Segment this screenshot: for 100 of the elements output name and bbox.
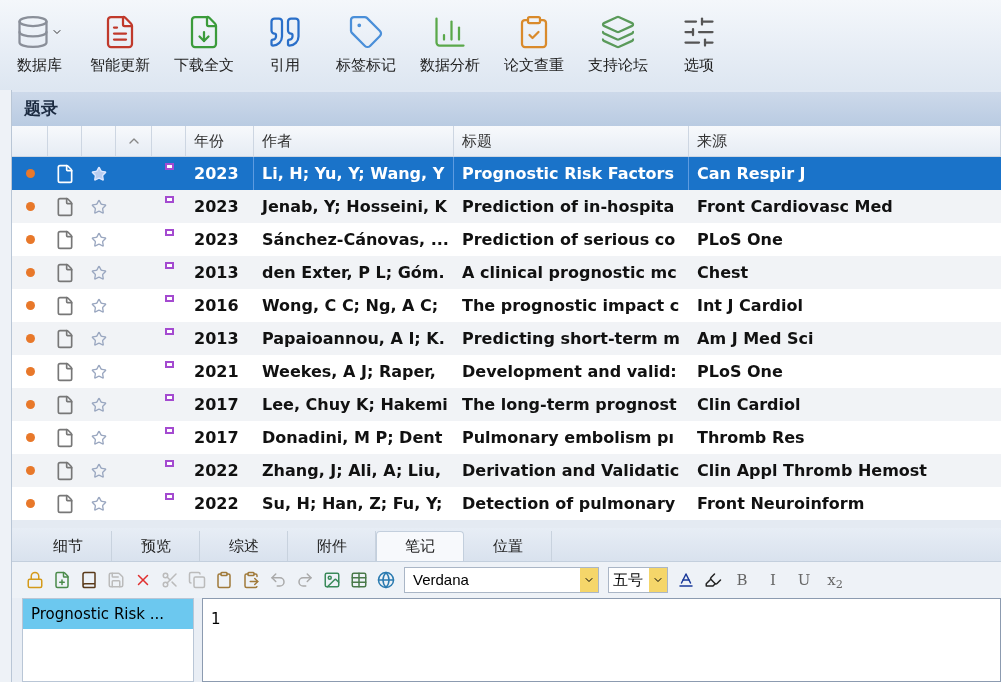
table-cell-text: Pulmonary embolism pı: [461, 426, 675, 449]
star-icon[interactable]: [91, 231, 107, 248]
table-cell-text: Front Neuroinform: [696, 492, 866, 515]
font-color-icon: [677, 571, 695, 589]
format-button[interactable]: x$_{2}$: [824, 568, 846, 592]
document-icon: [55, 229, 75, 250]
tab[interactable]: 笔记: [376, 531, 464, 561]
toolbar-button[interactable]: 引用: [246, 5, 324, 85]
column-header[interactable]: 年份: [186, 126, 254, 156]
table-row[interactable]: 2013 Papaioannou, A I; K. Predicting short-term m Am J Med Sci: [12, 322, 1001, 355]
format-button[interactable]: U: [793, 568, 815, 592]
document-icon: [55, 361, 75, 382]
star-icon[interactable]: [91, 264, 107, 281]
paste-special-icon: [242, 571, 260, 589]
toolbar-button[interactable]: 智能更新: [78, 5, 162, 85]
star-icon[interactable]: [91, 429, 107, 446]
label-icon: [164, 394, 174, 401]
document-icon: [55, 196, 75, 217]
table-cell-text: Lee, Chuy K; Hakemi: [261, 393, 449, 416]
table-cell-text: 2023: [193, 195, 240, 218]
star-icon[interactable]: [91, 462, 107, 479]
column-header[interactable]: 作者: [254, 126, 454, 156]
table-row[interactable]: 2022 Zhang, J; Ali, A; Liu, Derivation and Validatic Clin Appl Thromb Hemost: [12, 454, 1001, 487]
table-cell-text: 2013: [193, 327, 240, 350]
table-cell-text: Weekes, A J; Raper,: [261, 360, 437, 383]
star-icon[interactable]: [91, 495, 107, 512]
toolbar-button[interactable]: 数据分析: [408, 5, 492, 85]
label-icon: [164, 295, 174, 302]
toolbar-button[interactable]: 下载全文: [162, 5, 246, 85]
panel-title: 题录: [24, 97, 58, 121]
table-cell-text: Papaioannou, A I; K.: [261, 327, 446, 350]
table-cell-text: PLoS One: [696, 360, 784, 383]
tab[interactable]: 预览: [112, 531, 200, 561]
toolbar-button[interactable]: 标签标记: [324, 5, 408, 85]
image-icon: [323, 571, 341, 589]
star-icon[interactable]: [91, 330, 107, 347]
toolbar-button[interactable]: 数据库: [0, 5, 78, 85]
star-icon[interactable]: [91, 363, 107, 380]
table-cell-text: Wong, C C; Ng, A C;: [261, 294, 440, 317]
format-button[interactable]: B: [731, 568, 753, 592]
column-header[interactable]: 来源: [689, 126, 1001, 156]
redo-icon: [296, 571, 314, 589]
new-note-icon: [53, 571, 71, 589]
table-cell-text: PLoS One: [696, 228, 784, 251]
cut-icon: [161, 571, 179, 589]
table-cell-text: The long-term prognost: [461, 393, 678, 416]
tab[interactable]: 位置: [464, 531, 552, 561]
format-button[interactable]: I: [762, 568, 784, 592]
table-icon: [350, 571, 368, 589]
size-select[interactable]: 五号: [608, 567, 668, 593]
table-cell-text: Chest: [696, 261, 750, 284]
table-cell-text: 2022: [193, 459, 240, 482]
tab[interactable]: 综述: [200, 531, 288, 561]
document-icon: [55, 427, 75, 448]
table-cell-text: Su, H; Han, Z; Fu, Y;: [261, 492, 444, 515]
table-cell-text: Predicting short-term m: [461, 327, 681, 350]
label-icon: [164, 229, 174, 236]
column-header[interactable]: 标题: [454, 126, 689, 156]
table-cell-text: The prognostic impact c: [461, 294, 681, 317]
table-cell-text: Clin Cardiol: [696, 393, 802, 416]
table-cell-text: 2022: [193, 492, 240, 515]
undo-icon: [269, 571, 287, 589]
table-cell-text: 2013: [193, 261, 240, 284]
table-row[interactable]: 2023 Jenab, Y; Hosseini, K Prediction of in-hospita Front Cardiovasc Med: [12, 190, 1001, 223]
star-icon[interactable]: [91, 297, 107, 314]
label-icon: [164, 262, 174, 269]
table-row[interactable]: 2017 Lee, Chuy K; Hakemi The long-term prognost Clin Cardiol: [12, 388, 1001, 421]
table-cell-text: Development and valid:: [461, 360, 678, 383]
label-icon: [164, 427, 174, 434]
lock-icon: [26, 571, 44, 589]
note-text: 1: [211, 610, 221, 628]
paste-icon: [215, 571, 233, 589]
document-icon: [55, 295, 75, 316]
table-cell-text: Front Cardiovasc Med: [696, 195, 894, 218]
toolbar-button[interactable]: 选项: [660, 5, 738, 85]
toolbar-button[interactable]: 支持论坛: [576, 5, 660, 85]
document-icon: [55, 163, 75, 184]
layers-icon: [600, 13, 636, 50]
table-cell-text: Derivation and Validatic: [461, 459, 681, 482]
font-select[interactable]: Verdana: [404, 567, 599, 593]
table-cell-text: Int J Cardiol: [696, 294, 804, 317]
save-icon: [107, 571, 125, 589]
document-icon: [55, 493, 75, 514]
tag-icon: [348, 13, 384, 50]
document-icon: [55, 262, 75, 283]
label-icon: [164, 361, 174, 368]
highlight-icon: [704, 571, 722, 589]
star-icon[interactable]: [91, 396, 107, 413]
tab[interactable]: 细节: [24, 531, 112, 561]
link-icon: [377, 571, 395, 589]
label-icon: [164, 328, 174, 335]
star-icon[interactable]: [91, 198, 107, 215]
database-icon: [15, 13, 51, 50]
toolbar-button[interactable]: 论文查重: [492, 5, 576, 85]
copy-icon: [188, 571, 206, 589]
note-item[interactable]: Prognostic Risk ...: [23, 599, 193, 629]
table-cell-text: 2017: [193, 393, 240, 416]
table-row[interactable]: 2013 den Exter, P L; Góm. A clinical prognostic mc Chest: [12, 256, 1001, 289]
table-row[interactable]: 2023 Li, H; Yu, Y; Wang, Y Prognostic Risk Factors Can Respir J: [12, 157, 1001, 190]
label-icon: [164, 493, 174, 500]
